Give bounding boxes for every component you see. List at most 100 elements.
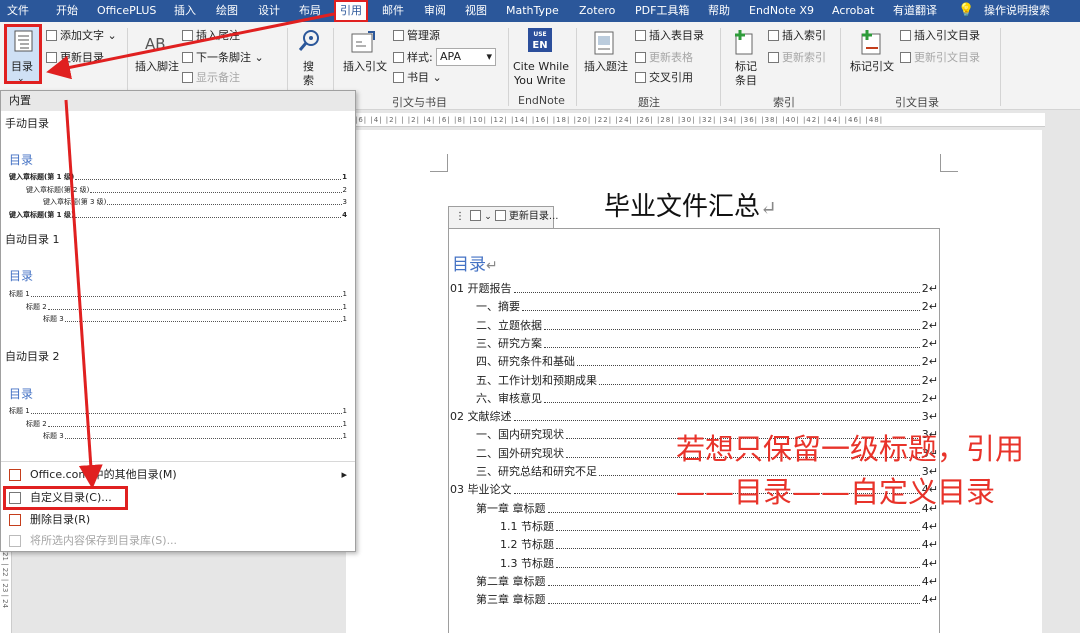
- toc-entry[interactable]: 一、摘要 2↵: [476, 298, 938, 316]
- insert-toa-button[interactable]: 插入引文目录: [900, 29, 980, 43]
- update-toc-inline-button[interactable]: 更新目录...: [509, 211, 559, 222]
- update-toc-button[interactable]: 更新目录: [46, 51, 104, 65]
- preview-entry-text: 标题 2: [26, 419, 47, 428]
- chevron-down-icon[interactable]: ⌄: [484, 212, 492, 222]
- save-to-gallery-item[interactable]: 将所选内容保存到目录库(S)...: [1, 530, 355, 552]
- toc-content-control-tab[interactable]: ⋮ ⌄ 更新目录...: [448, 206, 558, 228]
- save-to-gallery-icon: [9, 535, 21, 547]
- tab-pdf-tools[interactable]: PDF工具箱: [635, 0, 689, 22]
- manage-sources-icon: [393, 30, 404, 41]
- cross-reference-button[interactable]: 交叉引用: [635, 71, 693, 85]
- vertical-ruler[interactable]: 21 | 22 | 23 | 24: [0, 552, 12, 633]
- chevron-down-icon: ⌄: [17, 74, 25, 84]
- toc-entry[interactable]: 第二章 章标题 4↵: [476, 573, 938, 591]
- mark-citation-button[interactable]: 标记引文: [850, 60, 894, 74]
- toc-entry[interactable]: 四、研究条件和基础 2↵: [476, 353, 938, 371]
- document-page[interactable]: 毕业文件汇总↵ ⋮ ⌄ 更新目录... 目录↵ 01 开题报告 2↵ 一、摘要 2↵ 二…: [346, 130, 1042, 633]
- toc-entry[interactable]: 三、研究方案 2↵: [476, 335, 938, 353]
- toc-entry[interactable]: 二、立题依据 2↵: [476, 317, 938, 335]
- preview-entry-text: 标题 3: [43, 432, 64, 440]
- style-select[interactable]: APA ▾: [436, 48, 496, 66]
- next-footnote-button[interactable]: 下一条脚注 ⌄: [182, 51, 264, 65]
- insert-footnote-button[interactable]: 插入脚注: [135, 60, 179, 74]
- preview-leader-dots: [107, 197, 342, 205]
- tab-draw[interactable]: 绘图: [216, 0, 238, 22]
- document-title-text: 毕业文件汇总: [604, 192, 761, 222]
- toc-entry-page: 4↵: [921, 538, 938, 552]
- show-notes-button[interactable]: 显示备注: [182, 71, 240, 85]
- toc-entry-page: 4↵: [921, 593, 938, 607]
- tab-file[interactable]: 文件: [7, 0, 29, 22]
- update-table-button[interactable]: 更新表格: [635, 51, 693, 65]
- remove-toc-item[interactable]: 删除目录(R): [1, 509, 355, 531]
- add-text-label: 添加文字: [60, 29, 104, 42]
- preview-entry-page: 2: [342, 185, 347, 194]
- tab-help[interactable]: 帮助: [708, 0, 730, 22]
- toc-entry-page: 2↵: [921, 300, 938, 314]
- toc-entry-text: 二、立题依据: [476, 318, 542, 332]
- toc-handle-icon[interactable]: ⋮: [455, 211, 465, 222]
- paragraph-mark: ↵: [486, 258, 498, 274]
- toc-icon: [14, 30, 33, 52]
- preview-entry-text: 键入章标题(第 2 级): [26, 185, 90, 194]
- tab-design[interactable]: 设计: [258, 0, 280, 22]
- toc-entry[interactable]: 1.3 节标题 4↵: [500, 555, 938, 573]
- insert-index-label: 插入索引: [782, 29, 826, 42]
- preview-leader-dots: [30, 406, 342, 414]
- tab-insert[interactable]: 插入: [174, 0, 196, 22]
- lightbulb-icon: 💡: [958, 3, 975, 18]
- toc-entry-text: 1.2 节标题: [500, 538, 554, 552]
- toc-entry[interactable]: 五、工作计划和预期成果 2↵: [476, 372, 938, 390]
- add-text-button[interactable]: 添加文字 ⌄: [46, 29, 117, 43]
- insert-index-button[interactable]: 插入索引: [768, 29, 826, 43]
- toc-button[interactable]: 目录 ⌄: [4, 24, 42, 84]
- mark-entry-label-2: 条目: [735, 74, 757, 87]
- more-tocs-office-item[interactable]: Office.com 中的其他目录(M) ▸: [1, 464, 355, 486]
- tab-acrobat[interactable]: Acrobat: [832, 0, 874, 22]
- remove-toc-label: 删除目录(R): [30, 513, 91, 526]
- insert-citation-button[interactable]: 插入引文: [343, 60, 387, 74]
- toc-entry[interactable]: 1.1 节标题 4↵: [500, 518, 938, 536]
- insert-endnote-button[interactable]: 插入尾注: [182, 29, 240, 43]
- search-icon[interactable]: [298, 28, 322, 54]
- toc-entry-text: 三、研究方案: [476, 336, 542, 350]
- toc-leader-dots: [513, 280, 920, 293]
- insert-caption-button[interactable]: 插入题注: [584, 60, 628, 74]
- toc-entry[interactable]: 01 开题报告 2↵: [450, 280, 938, 298]
- toc-entry-text: 1.3 节标题: [500, 556, 554, 570]
- manage-sources-button[interactable]: 管理源: [393, 29, 440, 43]
- tell-me-search[interactable]: 操作说明搜索: [984, 0, 1050, 22]
- preview-entry: 标题 1 1: [9, 289, 347, 299]
- bibliography-button[interactable]: 书目 ⌄: [393, 71, 442, 85]
- toc-leader-dots: [547, 573, 920, 586]
- tab-endnote[interactable]: EndNote X9: [749, 0, 814, 22]
- tab-officeplus[interactable]: OfficePLUS: [97, 0, 156, 22]
- tab-review[interactable]: 审阅: [424, 0, 446, 22]
- insert-toa-icon: [900, 30, 911, 41]
- insert-table-of-figures-button[interactable]: 插入表目录: [635, 29, 704, 43]
- cite-while-you-write-button[interactable]: Cite While: [513, 60, 569, 74]
- manual-toc-label: 手动目录: [5, 117, 49, 130]
- preview-leader-dots: [64, 314, 342, 322]
- horizontal-ruler[interactable]: |6| |4| |2| | |2| |4| |6| |8| |10| |12| …: [355, 113, 1045, 127]
- mark-entry-button[interactable]: 标记: [735, 60, 757, 74]
- tab-mailings[interactable]: 邮件: [382, 0, 404, 22]
- tab-mathtype[interactable]: MathType: [506, 0, 559, 22]
- toc-entry-text: 一、国内研究现状: [476, 428, 564, 442]
- toc-entry[interactable]: 02 文献综述 3↵: [450, 408, 938, 426]
- update-toa-button[interactable]: 更新引文目录: [900, 51, 980, 65]
- tab-references[interactable]: 引用: [334, 0, 368, 22]
- tab-youdao[interactable]: 有道翻译: [893, 0, 937, 22]
- tab-home[interactable]: 开始: [56, 0, 78, 22]
- toc-entry-page: 2↵: [921, 355, 938, 369]
- tab-zotero[interactable]: Zotero: [579, 0, 615, 22]
- toc-entry[interactable]: 1.2 节标题 4↵: [500, 536, 938, 554]
- toc-menu-icon[interactable]: [470, 210, 482, 221]
- toc-entry[interactable]: 第三章 章标题 4↵: [476, 591, 938, 609]
- toc-entry[interactable]: 六、审核意见 2↵: [476, 390, 938, 408]
- update-index-button[interactable]: 更新索引: [768, 51, 826, 65]
- tab-layout[interactable]: 布局: [299, 0, 321, 22]
- group-citations-label: 引文与书目: [392, 96, 447, 109]
- tab-view[interactable]: 视图: [465, 0, 487, 22]
- toc-entry-text: 六、审核意见: [476, 391, 542, 405]
